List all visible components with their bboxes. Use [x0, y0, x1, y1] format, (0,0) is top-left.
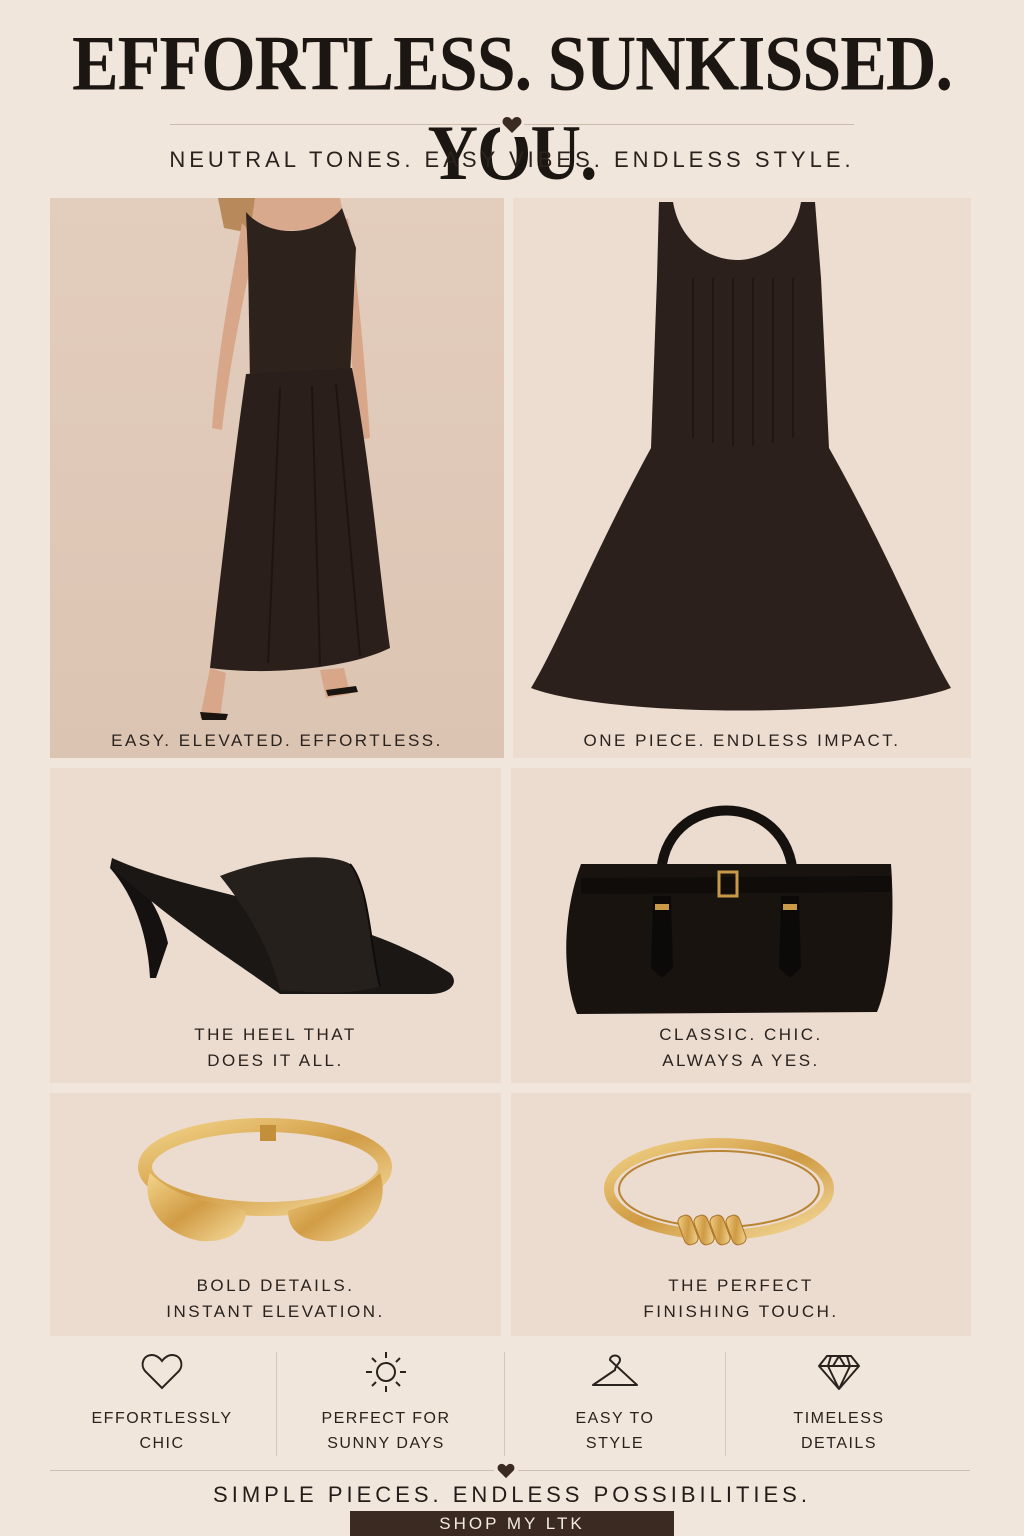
- caption-line: THE HEEL THAT: [194, 1025, 357, 1044]
- feature-label-line: CHIC: [139, 1435, 185, 1452]
- tile-caption: CLASSIC. CHIC. ALWAYS A YES.: [511, 1022, 971, 1074]
- feature-sunny-days: PERFECT FOR SUNNY DAYS: [286, 1350, 486, 1460]
- hanger-icon: [515, 1350, 715, 1394]
- footer-tagline: SIMPLE PIECES. ENDLESS POSSIBILITIES.: [213, 1482, 811, 1507]
- tile-caption: EASY. ELEVATED. EFFORTLESS.: [50, 728, 504, 754]
- feature-easy-to-style: EASY TO STYLE: [515, 1350, 715, 1460]
- product-tile-heel[interactable]: THE HEEL THAT DOES IT ALL.: [50, 768, 501, 1083]
- heart-icon: [494, 1459, 518, 1483]
- caption-line: FINISHING TOUCH.: [643, 1302, 839, 1321]
- product-tile-bag[interactable]: CLASSIC. CHIC. ALWAYS A YES.: [511, 768, 971, 1083]
- shop-my-ltk-button[interactable]: SHOP MY LTK: [350, 1511, 674, 1536]
- tile-caption: THE HEEL THAT DOES IT ALL.: [50, 1022, 501, 1074]
- diamond-icon: [739, 1350, 939, 1394]
- shop-button-label: SHOP MY LTK: [439, 1513, 585, 1533]
- feature-label-line: PERFECT FOR: [321, 1410, 451, 1427]
- tile-caption: ONE PIECE. ENDLESS IMPACT.: [513, 728, 971, 754]
- tile-caption: BOLD DETAILS. INSTANT ELEVATION.: [50, 1273, 501, 1325]
- feature-divider: [276, 1352, 277, 1456]
- caption-line: EASY. ELEVATED. EFFORTLESS.: [111, 731, 443, 750]
- caption-line: ALWAYS A YES.: [662, 1051, 820, 1070]
- caption-line: DOES IT ALL.: [207, 1051, 344, 1070]
- feature-label-line: EASY TO: [575, 1410, 655, 1427]
- tile-caption: THE PERFECT FINISHING TOUCH.: [511, 1273, 971, 1325]
- caption-line: THE PERFECT: [668, 1276, 814, 1295]
- heart-icon: [500, 113, 524, 137]
- feature-divider: [725, 1352, 726, 1456]
- feature-label-line: TIMELESS: [793, 1410, 885, 1427]
- feature-label-line: STYLE: [585, 1435, 645, 1452]
- knit-dress-image: [513, 198, 971, 758]
- feature-label-line: DETAILS: [801, 1435, 877, 1452]
- product-tile-bangle[interactable]: THE PERFECT FINISHING TOUCH.: [511, 1093, 971, 1336]
- subheadline: NEUTRAL TONES. EASY VIBES. ENDLESS STYLE…: [169, 147, 855, 172]
- feature-effortlessly-chic: EFFORTLESSLY CHIC: [62, 1350, 262, 1460]
- caption-line: CLASSIC. CHIC.: [659, 1025, 823, 1044]
- product-tile-dress[interactable]: ONE PIECE. ENDLESS IMPACT.: [513, 198, 971, 758]
- product-tile-cuff[interactable]: BOLD DETAILS. INSTANT ELEVATION.: [50, 1093, 501, 1336]
- feature-label-line: SUNNY DAYS: [327, 1435, 445, 1452]
- model-outfit-image: [50, 198, 504, 758]
- caption-line: BOLD DETAILS.: [196, 1276, 355, 1295]
- heart-outline-icon: [62, 1350, 262, 1394]
- feature-divider: [504, 1352, 505, 1456]
- feature-label-line: EFFORTLESSLY: [91, 1410, 233, 1427]
- product-tile-outfit[interactable]: EASY. ELEVATED. EFFORTLESS.: [50, 198, 504, 758]
- feature-timeless-details: TIMELESS DETAILS: [739, 1350, 939, 1460]
- caption-line: ONE PIECE. ENDLESS IMPACT.: [583, 731, 901, 750]
- sun-icon: [286, 1350, 486, 1394]
- caption-line: INSTANT ELEVATION.: [166, 1302, 385, 1321]
